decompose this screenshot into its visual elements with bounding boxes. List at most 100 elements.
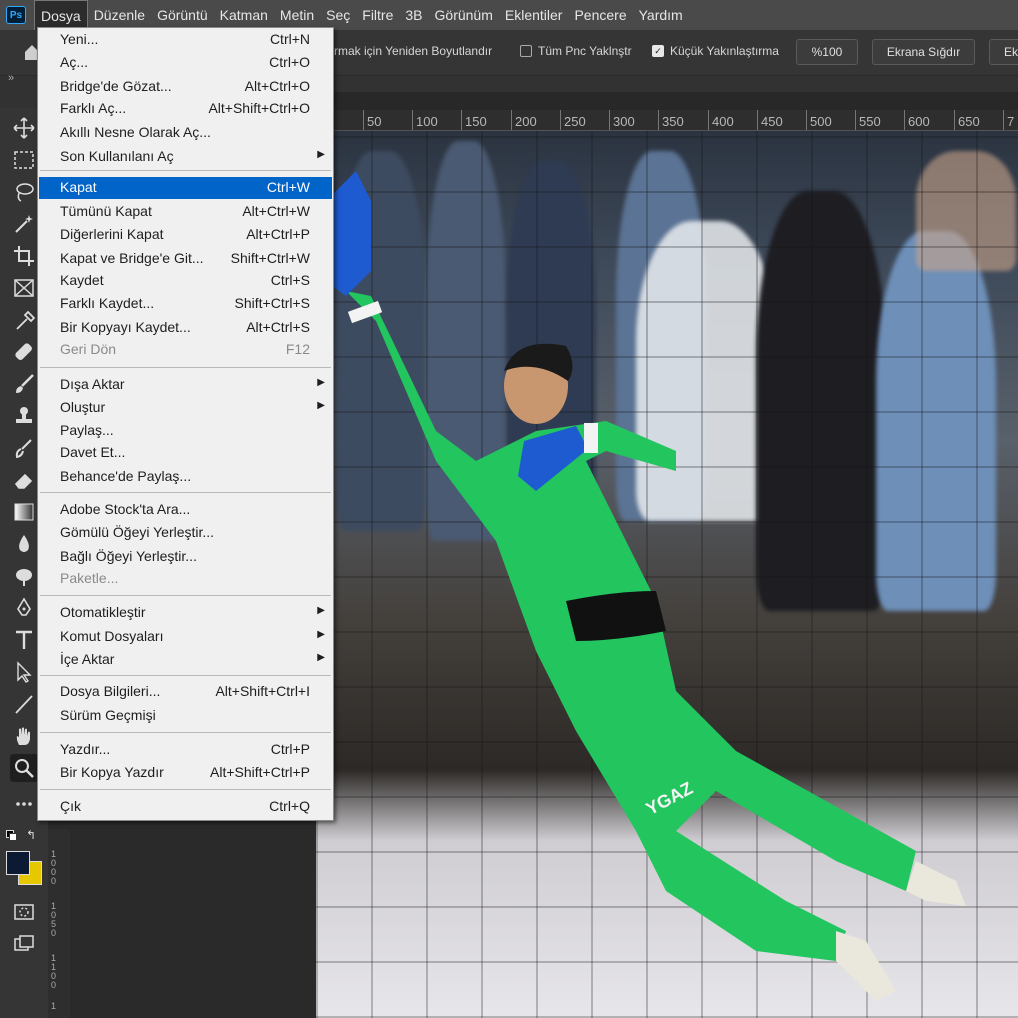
menu-type[interactable]: Metin <box>274 0 320 30</box>
menu-item-close-others[interactable]: Diğerlerini Kapat Alt+Ctrl+P <box>39 224 332 246</box>
eyedropper-icon[interactable] <box>10 306 38 334</box>
menu-item-open-as[interactable]: Farklı Aç... Alt+Shift+Ctrl+O <box>39 98 332 120</box>
menu-item-print-one-copy[interactable]: Bir Kopya Yazdır Alt+Shift+Ctrl+P <box>39 762 332 784</box>
menu-item-save-as[interactable]: Farklı Kaydet... Shift+Ctrl+S <box>39 293 332 315</box>
menu-layer[interactable]: Katman <box>214 0 274 30</box>
foreground-color-swatch[interactable] <box>6 851 30 875</box>
menu-item-place-linked[interactable]: Bağlı Öğeyi Yerleştir... <box>39 546 332 568</box>
menu-item-shortcut: Ctrl+P <box>270 741 310 757</box>
menu-item-shortcut: Ctrl+W <box>266 179 310 195</box>
menu-file[interactable]: Dosya <box>34 0 88 31</box>
menu-item-close-all[interactable]: Tümünü Kapat Alt+Ctrl+W <box>39 201 332 223</box>
menu-item-print[interactable]: Yazdır... Ctrl+P <box>39 739 332 761</box>
menu-item-shortcut: Ctrl+S <box>270 272 310 288</box>
menu-item-import[interactable]: İçe Aktar ▶ <box>39 649 332 671</box>
menu-3d[interactable]: 3B <box>399 0 428 30</box>
fill-screen-button[interactable]: Ek <box>989 39 1018 65</box>
menu-item-place-embedded[interactable]: Gömülü Öğeyi Yerleştir... <box>39 522 332 544</box>
menu-item-share[interactable]: Paylaş... <box>39 420 332 442</box>
menu-select[interactable]: Seç <box>320 0 356 30</box>
menu-item-open-smart-object[interactable]: Akıllı Nesne Olarak Aç... <box>39 122 332 144</box>
submenu-arrow-icon: ▶ <box>317 629 325 640</box>
menu-item-invite[interactable]: Davet Et... <box>39 442 332 464</box>
frame-icon[interactable] <box>10 274 38 302</box>
fit-screen-button[interactable]: Ekrana Sığdır <box>872 39 975 65</box>
menu-item-file-info[interactable]: Dosya Bilgileri... Alt+Shift+Ctrl+I <box>39 681 332 703</box>
eraser-icon[interactable] <box>10 466 38 494</box>
default-colors-icon[interactable] <box>6 830 17 841</box>
path-select-icon[interactable] <box>10 658 38 686</box>
menu-item-new[interactable]: Yeni... Ctrl+N <box>39 29 332 51</box>
menu-edit[interactable]: Düzenle <box>88 0 151 30</box>
menu-item-label: Akıllı Nesne Olarak Aç... <box>60 124 211 140</box>
marquee-icon[interactable] <box>10 146 38 174</box>
stamp-icon[interactable] <box>10 402 38 430</box>
scrubby-zoom-checkbox[interactable]: ✓ Küçük Yakınlaştırma <box>652 44 779 58</box>
menu-window[interactable]: Pencere <box>568 0 632 30</box>
gradient-icon[interactable] <box>10 498 38 526</box>
crop-icon[interactable] <box>10 242 38 270</box>
menu-item-open-recent[interactable]: Son Kullanılanı Aç ▶ <box>39 146 332 168</box>
brush-icon[interactable] <box>10 370 38 398</box>
submenu-arrow-icon: ▶ <box>317 149 325 160</box>
menu-filter[interactable]: Filtre <box>356 0 399 30</box>
menu-separator <box>40 492 331 493</box>
vruler-label: 1000 <box>51 849 57 886</box>
vruler-label: 1050 <box>51 901 57 938</box>
move-icon[interactable] <box>10 114 38 142</box>
menu-item-close[interactable]: Kapat Ctrl+W <box>39 177 332 199</box>
swap-colors-icon[interactable]: ↰ <box>26 828 36 842</box>
menu-view[interactable]: Görünüm <box>429 0 499 30</box>
dodge-icon[interactable] <box>10 562 38 590</box>
menu-item-label: Kaydet <box>60 272 104 288</box>
menu-plugins[interactable]: Eklentiler <box>499 0 569 30</box>
all-windows-checkbox[interactable]: Tüm Pnc Yaklnştr <box>520 44 632 58</box>
line-icon[interactable] <box>10 690 38 718</box>
lasso-icon[interactable] <box>10 178 38 206</box>
menu-item-close-go-bridge[interactable]: Kapat ve Bridge'e Git... Shift+Ctrl+W <box>39 248 332 270</box>
history-brush-icon[interactable] <box>10 434 38 462</box>
menu-item-shortcut: Alt+Ctrl+O <box>244 78 310 94</box>
hruler-label: 100 <box>416 114 438 129</box>
hruler-label: 50 <box>367 114 382 129</box>
menu-item-version-history[interactable]: Sürüm Geçmişi <box>39 705 332 727</box>
menu-item-revert: Geri Dön F12 <box>39 339 332 361</box>
menu-image[interactable]: Görüntü <box>151 0 214 30</box>
hand-icon[interactable] <box>10 722 38 750</box>
menu-help[interactable]: Yardım <box>633 0 689 30</box>
menu-item-shortcut: Alt+Shift+Ctrl+I <box>215 683 310 699</box>
menu-separator <box>40 595 331 596</box>
photoshop-logo: Ps <box>6 6 26 24</box>
menu-item-automate[interactable]: Otomatikleştir ▶ <box>39 602 332 624</box>
blur-icon[interactable] <box>10 530 38 558</box>
menu-item-browse-bridge[interactable]: Bridge'de Gözat... Alt+Ctrl+O <box>39 76 332 98</box>
document-canvas[interactable]: YGAZ <box>316 131 1018 1018</box>
submenu-arrow-icon: ▶ <box>317 652 325 663</box>
zoom-icon[interactable] <box>10 754 38 782</box>
menu-item-open[interactable]: Aç... Ctrl+O <box>39 52 332 74</box>
screen-mode-icon[interactable] <box>10 930 38 958</box>
menu-item-share-behance[interactable]: Behance'de Paylaş... <box>39 466 332 488</box>
magic-wand-icon[interactable] <box>10 210 38 238</box>
zoom-100-button[interactable]: %100 <box>796 39 858 65</box>
type-icon[interactable] <box>10 626 38 654</box>
menu-item-scripts[interactable]: Komut Dosyaları ▶ <box>39 626 332 648</box>
menu-item-generate[interactable]: Oluştur ▶ <box>39 397 332 419</box>
quick-mask-icon[interactable] <box>10 898 38 926</box>
healing-icon[interactable] <box>10 338 38 366</box>
menu-item-search-stock[interactable]: Adobe Stock'ta Ara... <box>39 499 332 521</box>
menu-item-label: Bağlı Öğeyi Yerleştir... <box>60 548 197 564</box>
menu-item-exit[interactable]: Çık Ctrl+Q <box>39 796 332 818</box>
collapse-panel-icon[interactable]: » <box>8 72 14 84</box>
resize-windows-label[interactable]: rmak için Yeniden Boyutlandır <box>334 44 492 58</box>
menu-bar: Ps Dosya Düzenle Görüntü Katman Metin Se… <box>0 0 1018 31</box>
vruler-label: 1 <box>51 1001 57 1011</box>
menu-item-save[interactable]: Kaydet Ctrl+S <box>39 270 332 292</box>
menu-item-shortcut: Shift+Ctrl+W <box>230 250 310 266</box>
checkbox-checked-icon: ✓ <box>652 45 664 57</box>
pen-icon[interactable] <box>10 594 38 622</box>
menu-item-save-copy[interactable]: Bir Kopyayı Kaydet... Alt+Ctrl+S <box>39 317 332 339</box>
menu-item-label: Oluştur <box>60 399 106 415</box>
more-icon[interactable] <box>10 790 38 818</box>
menu-item-export[interactable]: Dışa Aktar ▶ <box>39 374 332 396</box>
